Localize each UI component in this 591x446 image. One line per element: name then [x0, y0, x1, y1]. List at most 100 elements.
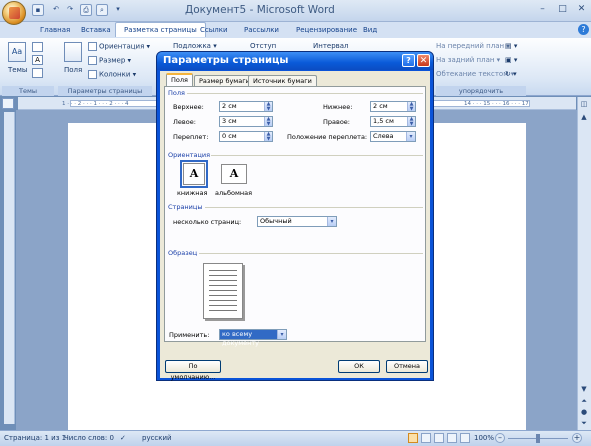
- tab-references[interactable]: Ссылки: [192, 23, 236, 38]
- tab-home[interactable]: Главная: [32, 23, 78, 38]
- right-margin-label: Правое:: [323, 118, 350, 126]
- section-divider: [205, 207, 423, 208]
- help-icon[interactable]: ?: [578, 24, 589, 35]
- group-label-themes: Темы: [2, 86, 54, 96]
- top-margin-field[interactable]: 2 см ▲ ▼: [219, 101, 273, 112]
- spin-arrows-icon[interactable]: ▲ ▼: [264, 117, 272, 126]
- customize-qat-icon[interactable]: ▾: [112, 4, 124, 16]
- redo-icon[interactable]: ↷: [64, 4, 76, 16]
- send-to-back-button[interactable]: На задний план ▾: [436, 56, 500, 64]
- watermark-button[interactable]: Подложка ▾: [173, 42, 217, 50]
- status-words[interactable]: Число слов: 0: [64, 434, 114, 442]
- landscape-label[interactable]: альбомная: [215, 189, 252, 197]
- zoom-slider-thumb[interactable]: [536, 434, 540, 443]
- zoom-in-icon[interactable]: +: [572, 433, 582, 443]
- page-preview: [203, 263, 243, 319]
- orientation-icon: [88, 42, 97, 51]
- tab-insert[interactable]: Вставка: [73, 23, 119, 38]
- margins-button[interactable]: Поля: [64, 66, 82, 74]
- spin-arrows-icon[interactable]: ▲ ▼: [407, 117, 415, 126]
- margins-icon[interactable]: [64, 42, 82, 62]
- draft-view-icon[interactable]: [460, 433, 470, 443]
- undo-icon[interactable]: ↶: [50, 4, 62, 16]
- section-pages: Страницы: [168, 203, 203, 211]
- dialog-help-button[interactable]: ?: [402, 54, 415, 67]
- chevron-down-icon[interactable]: ▾: [277, 330, 286, 339]
- indent-label: Отступ: [250, 42, 277, 50]
- print-layout-view-icon[interactable]: [408, 433, 418, 443]
- spacing-label: Интервал: [313, 42, 349, 50]
- themes-button[interactable]: Темы: [8, 66, 27, 74]
- spin-arrows-icon[interactable]: ▲ ▼: [407, 102, 415, 111]
- tab-mailings[interactable]: Рассылки: [236, 23, 287, 38]
- bottom-margin-label: Нижнее:: [323, 103, 353, 111]
- chevron-down-icon[interactable]: ▾: [406, 132, 415, 141]
- vertical-scrollbar[interactable]: [577, 97, 591, 430]
- zoom-level[interactable]: 100%: [474, 434, 494, 442]
- maximize-button[interactable]: □: [556, 3, 569, 15]
- landscape-icon[interactable]: A: [221, 164, 247, 184]
- default-button[interactable]: По умолчанию...: [165, 360, 221, 381]
- effects-icon[interactable]: [32, 68, 43, 78]
- spellcheck-icon[interactable]: ✓: [120, 434, 126, 442]
- vertical-ruler[interactable]: [4, 112, 15, 424]
- spin-arrows-icon[interactable]: ▲ ▼: [264, 102, 272, 111]
- status-page[interactable]: Страница: 1 из 1: [4, 434, 66, 442]
- tab-view[interactable]: Вид: [355, 23, 385, 38]
- save-icon[interactable]: ▪: [32, 4, 44, 16]
- status-bar: Страница: 1 из 1 Число слов: 0 ✓ русский…: [0, 430, 591, 446]
- tab-margins[interactable]: Поля: [166, 73, 193, 87]
- status-language[interactable]: русский: [142, 434, 172, 442]
- browse-object-icon[interactable]: ●: [579, 407, 589, 417]
- scroll-down-icon[interactable]: ▼: [579, 384, 589, 394]
- section-margins: Поля: [168, 89, 185, 97]
- portrait-icon[interactable]: A: [180, 160, 208, 188]
- zoom-out-icon[interactable]: –: [495, 433, 505, 443]
- chevron-down-icon[interactable]: ▾: [327, 217, 336, 226]
- close-button[interactable]: ✕: [575, 3, 588, 15]
- next-page-icon[interactable]: ⏷: [579, 418, 589, 428]
- bottom-margin-field[interactable]: 2 см ▲ ▼: [370, 101, 416, 112]
- orientation-button[interactable]: Ориентация ▾: [88, 42, 150, 51]
- minimize-button[interactable]: –: [536, 3, 549, 15]
- multiple-pages-select[interactable]: Обычный ▾: [257, 216, 337, 227]
- web-layout-view-icon[interactable]: [434, 433, 444, 443]
- text-wrap-button[interactable]: Обтекание текстом ▾: [436, 70, 514, 78]
- print-preview-icon[interactable]: ⌕: [96, 4, 108, 16]
- group-label-arrange: упорядочить: [436, 86, 526, 96]
- left-margin-field[interactable]: 3 см ▲ ▼: [219, 116, 273, 127]
- ruler-left-ticks: 1 · · · 2 · · · 1 · · · 2 · · · 4: [62, 101, 129, 107]
- outline-view-icon[interactable]: [447, 433, 457, 443]
- themes-icon[interactable]: Aa: [8, 42, 26, 62]
- group-button[interactable]: ▣ ▾: [505, 56, 517, 64]
- quick-print-icon[interactable]: ⎙: [80, 4, 92, 16]
- top-margin-label: Верхнее:: [173, 103, 204, 111]
- apply-select[interactable]: ко всему документу ▾: [219, 329, 287, 347]
- size-button[interactable]: Размер ▾: [88, 56, 131, 65]
- spin-arrows-icon[interactable]: ▲ ▼: [264, 132, 272, 141]
- right-margin-field[interactable]: 1,5 см ▲ ▼: [370, 116, 416, 127]
- tab-review[interactable]: Рецензирование: [288, 23, 365, 38]
- cancel-button[interactable]: Отмена: [386, 360, 428, 373]
- gutter-field[interactable]: 0 см ▲ ▼: [219, 131, 273, 142]
- page-setup-dialog: Параметры страницы ? ✕ Поля Размер бумаг…: [156, 51, 434, 381]
- office-button[interactable]: [2, 1, 26, 25]
- gutter-position-select[interactable]: Слева ▾: [370, 131, 416, 142]
- ruler-view-icon[interactable]: ◫: [579, 99, 589, 109]
- rotate-button[interactable]: ↻ ▾: [505, 70, 517, 78]
- scroll-up-icon[interactable]: ▲: [579, 112, 589, 122]
- ok-button[interactable]: ОК: [338, 360, 380, 373]
- align-button[interactable]: ▤ ▾: [505, 42, 517, 50]
- ruler-toggle[interactable]: [2, 98, 14, 109]
- full-screen-view-icon[interactable]: [421, 433, 431, 443]
- dialog-close-button[interactable]: ✕: [417, 54, 430, 67]
- columns-button[interactable]: Колонки ▾: [88, 70, 136, 79]
- ruler-right-ticks: 14 · · · 15 · · · 16 · · · 17: [464, 101, 529, 107]
- fonts-icon[interactable]: A: [32, 55, 43, 65]
- prev-page-icon[interactable]: ⏶: [579, 396, 589, 406]
- office-logo-icon: [9, 7, 20, 19]
- bring-to-front-button[interactable]: На передний план ▾: [436, 42, 510, 50]
- colors-icon[interactable]: [32, 42, 43, 52]
- section-divider: [199, 253, 423, 254]
- portrait-label[interactable]: книжная: [177, 189, 207, 197]
